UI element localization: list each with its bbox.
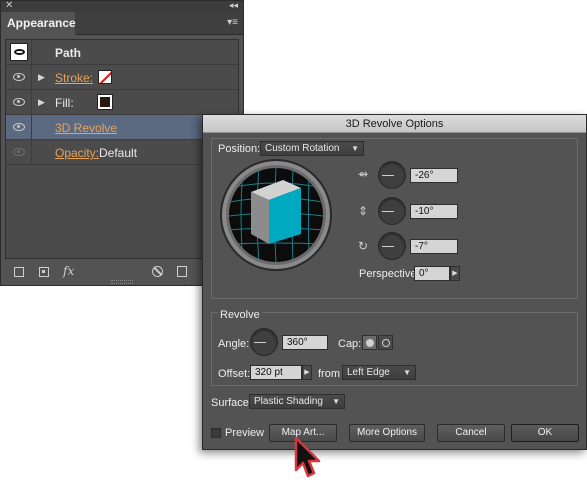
list-item-stroke[interactable]: ▶ Stroke: <box>6 65 238 90</box>
panel-menu-icon[interactable]: ▾≡ <box>227 17 238 28</box>
surface-dropdown[interactable]: Plastic Shading ▼ <box>249 394 345 409</box>
preview-label: Preview <box>225 427 265 439</box>
from-label: from <box>318 368 340 380</box>
angle-dial[interactable] <box>250 328 278 356</box>
opacity-label[interactable]: Opacity: <box>55 146 99 160</box>
fill-label: Fill: <box>55 96 74 110</box>
visibility-eye-icon[interactable] <box>13 98 25 106</box>
perspective-field[interactable]: 0° <box>414 266 450 281</box>
close-icon[interactable]: ✕ <box>5 0 13 11</box>
collapse-icon[interactable]: ◂◂ <box>229 0 238 11</box>
resize-grip[interactable] <box>111 280 133 284</box>
z-rotation-dial[interactable] <box>378 232 406 260</box>
path-thumbnail-icon <box>10 43 28 61</box>
z-axis-rotate-icon: ↻ <box>358 239 369 253</box>
mouse-cursor-icon <box>292 436 322 482</box>
y-axis-rotate-icon: ⇕ <box>358 204 369 218</box>
cancel-button[interactable]: Cancel <box>437 424 505 442</box>
expand-triangle-icon[interactable]: ▶ <box>38 72 45 83</box>
angle-label: Angle: <box>218 338 250 350</box>
cap-label: Cap: <box>338 338 362 350</box>
visibility-eye-icon[interactable] <box>13 123 25 131</box>
position-group: Position: Custom Rotation ▼ ⇴ -26° ⇕ -10… <box>211 138 578 299</box>
perspective-label: Perspective: <box>359 268 420 280</box>
new-stroke-icon[interactable] <box>14 267 24 277</box>
track-cube-icon[interactable] <box>229 168 323 262</box>
offset-field[interactable]: 320 pt <box>250 365 302 380</box>
panel-title-strip: ✕ ◂◂ <box>1 0 243 12</box>
offset-arrow-icon[interactable]: ▶ <box>302 365 312 380</box>
panel-tab-bar: Appearance ▾≡ <box>1 12 243 35</box>
new-fill-icon[interactable] <box>39 267 49 277</box>
cap-on-icon[interactable] <box>362 335 377 350</box>
x-axis-rotate-icon: ⇴ <box>358 167 369 181</box>
3d-revolve-dialog: 3D Revolve Options Position: Custom Rota… <box>202 114 587 450</box>
y-rotation-field[interactable]: -10° <box>410 204 458 219</box>
angle-field[interactable]: 360° <box>282 335 328 350</box>
ok-button[interactable]: OK <box>511 424 579 442</box>
thumbnail-column <box>6 40 32 64</box>
revolve-group-label: Revolve <box>218 309 262 321</box>
position-dropdown[interactable]: Custom Rotation ▼ <box>260 141 364 156</box>
path-label: Path <box>55 46 82 60</box>
track-cube-sphere[interactable] <box>220 159 332 271</box>
tab-appearance[interactable]: Appearance <box>1 12 76 35</box>
offset-label: Offset: <box>218 368 251 380</box>
visibility-eye-icon[interactable] <box>13 148 25 156</box>
more-options-button[interactable]: More Options <box>349 424 425 442</box>
opacity-value: Default <box>99 146 138 160</box>
position-label: Position: <box>218 143 261 155</box>
surface-label: Surface: <box>211 397 252 409</box>
add-effect-icon[interactable]: fx <box>63 264 74 278</box>
revolve-group: Revolve Angle: 360° Cap: Offset: 320 pt … <box>211 309 578 386</box>
stroke-label[interactable]: Stroke: <box>55 71 93 85</box>
from-dropdown[interactable]: Left Edge ▼ <box>342 365 416 380</box>
dialog-title: 3D Revolve Options <box>203 115 586 133</box>
cap-off-icon[interactable] <box>378 335 393 350</box>
x-rotation-field[interactable]: -26° <box>410 168 458 183</box>
stroke-none-icon[interactable] <box>98 70 112 84</box>
clear-appearance-icon[interactable] <box>152 266 163 277</box>
expand-triangle-icon[interactable]: ▶ <box>38 97 45 108</box>
fill-swatch[interactable] <box>97 94 113 110</box>
preview-checkbox[interactable] <box>211 428 221 438</box>
perspective-arrow-icon[interactable]: ▶ <box>450 266 460 281</box>
visibility-eye-icon[interactable] <box>13 73 25 81</box>
list-item-path[interactable]: Path <box>6 40 238 65</box>
y-rotation-dial[interactable] <box>378 197 406 225</box>
duplicate-item-icon[interactable] <box>177 266 187 277</box>
3d-revolve-label[interactable]: 3D Revolve <box>55 121 117 135</box>
x-rotation-dial[interactable] <box>378 161 406 189</box>
z-rotation-field[interactable]: -7° <box>410 239 458 254</box>
list-item-fill[interactable]: ▶ Fill: <box>6 90 238 115</box>
